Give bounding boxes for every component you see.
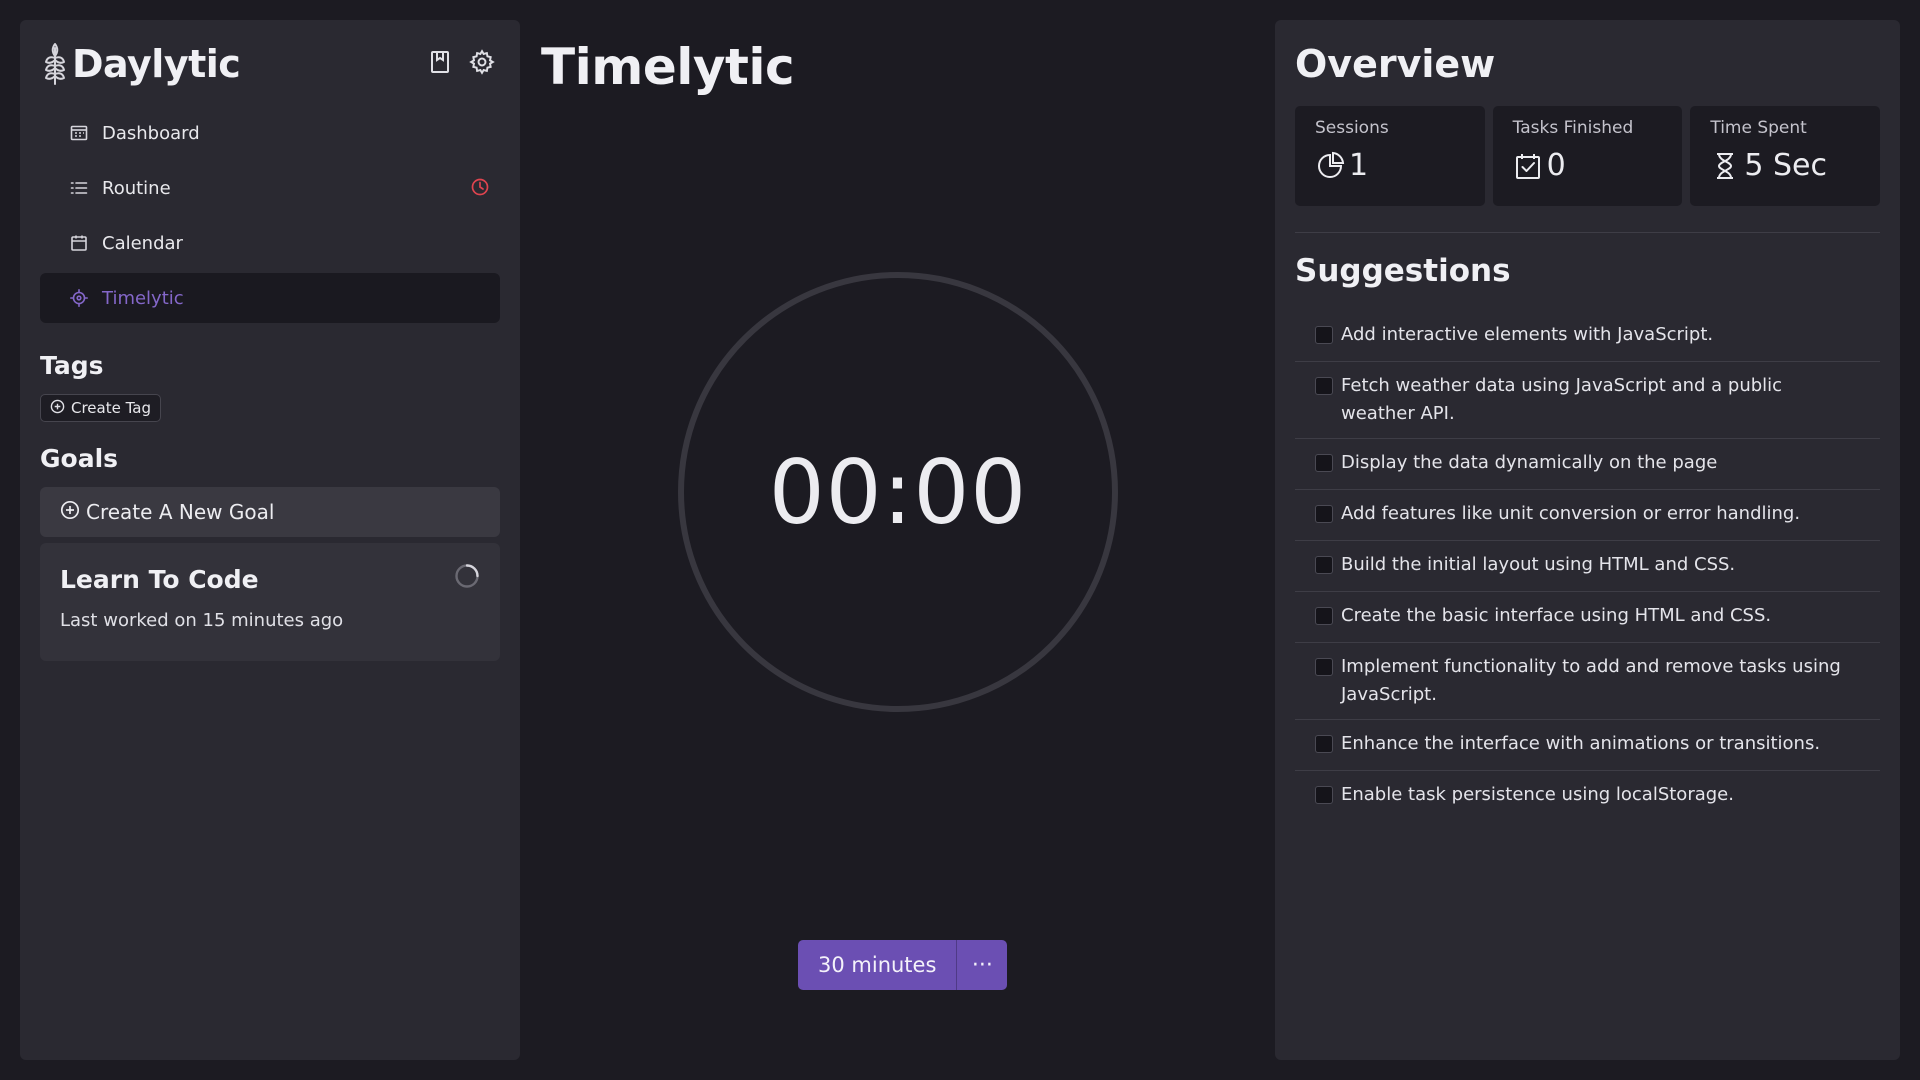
suggestions-list: Add interactive elements with JavaScript…: [1295, 311, 1880, 822]
crosshair-icon: [68, 287, 90, 309]
suggestion-checkbox[interactable]: [1315, 505, 1333, 523]
suggestion-text: Build the initial layout using HTML and …: [1341, 554, 1736, 575]
nav-item-label: Dashboard: [102, 122, 200, 144]
progress-spinner-icon: [454, 563, 480, 589]
list-item: Display the data dynamically on the page: [1295, 439, 1880, 490]
goals-title: Goals: [40, 444, 119, 473]
suggestion-text: Enable task persistence using localStora…: [1341, 784, 1734, 805]
gear-icon[interactable]: [468, 48, 496, 76]
stat-sessions: Sessions 1: [1295, 106, 1485, 206]
ellipsis-icon: ···: [971, 952, 993, 978]
calendar-check-icon: [1513, 151, 1543, 181]
list-item: Enhance the interface with animations or…: [1295, 720, 1880, 771]
nav-item-label: Timelytic: [102, 287, 184, 309]
brand: Daylytic: [40, 40, 500, 88]
timer-display: 00:00: [768, 440, 1028, 544]
suggestion-text: Add interactive elements with JavaScript…: [1341, 324, 1714, 345]
stat-value: 5 Sec: [1744, 148, 1827, 183]
nav-item-timelytic[interactable]: Timelytic: [40, 273, 500, 323]
divider: [1295, 232, 1880, 233]
pie-chart-icon: [1315, 151, 1345, 181]
stat-value-row: 1: [1315, 148, 1465, 183]
stats-row: Sessions 1 Tasks Finished 0 Time Spent 5…: [1295, 106, 1881, 206]
list-item: Implement functionality to add and remov…: [1295, 643, 1880, 720]
dashboard-icon: [68, 122, 90, 144]
stat-time-spent: Time Spent 5 Sec: [1690, 106, 1881, 206]
list-item: Build the initial layout using HTML and …: [1295, 541, 1880, 592]
stat-value-row: 5 Sec: [1710, 148, 1860, 183]
hourglass-icon: [1710, 151, 1740, 181]
suggestion-checkbox[interactable]: [1315, 326, 1333, 344]
stat-value: 1: [1349, 148, 1369, 183]
stat-tasks-finished: Tasks Finished 0: [1492, 106, 1683, 206]
suggestion-text: Implement functionality to add and remov…: [1341, 656, 1841, 705]
bookmark-icon[interactable]: [426, 48, 454, 76]
main-nav: Dashboard Routine Calendar Timelytic: [40, 108, 500, 323]
nav-item-routine[interactable]: Routine: [40, 163, 500, 213]
suggestion-checkbox[interactable]: [1315, 786, 1333, 804]
goal-last-worked: Last worked on 15 minutes ago: [60, 610, 344, 631]
create-tag-label: Create Tag: [71, 399, 152, 417]
suggestion-checkbox[interactable]: [1315, 658, 1333, 676]
suggestion-text: Fetch weather data using JavaScript and …: [1341, 375, 1783, 424]
overview-title: Overview: [1295, 42, 1496, 86]
suggestion-text: Create the basic interface using HTML an…: [1341, 605, 1772, 626]
nav-item-calendar[interactable]: Calendar: [40, 218, 500, 268]
sidebar: Daylytic Dashboard Routine Calendar Time…: [20, 20, 520, 1060]
stat-value-row: 0: [1513, 148, 1663, 183]
plus-circle-icon: [60, 500, 80, 525]
suggestion-checkbox[interactable]: [1315, 735, 1333, 753]
suggestion-checkbox[interactable]: [1315, 556, 1333, 574]
plus-circle-icon: [50, 399, 65, 418]
timer-main: Timelytic 00:00 30 minutes ···: [520, 20, 1275, 1060]
list-item: Fetch weather data using JavaScript and …: [1295, 362, 1880, 439]
suggestion-checkbox[interactable]: [1315, 607, 1333, 625]
brand-name: Daylytic: [72, 42, 241, 86]
wheat-logo-icon: [40, 40, 70, 88]
suggestion-checkbox[interactable]: [1315, 377, 1333, 395]
create-goal-label: Create A New Goal: [86, 500, 275, 524]
goal-card[interactable]: Learn To Code Last worked on 15 minutes …: [40, 543, 500, 661]
suggestion-checkbox[interactable]: [1315, 454, 1333, 472]
suggestion-text: Add features like unit conversion or err…: [1341, 503, 1801, 524]
list-item: Enable task persistence using localStora…: [1295, 771, 1880, 822]
stat-value: 0: [1546, 148, 1566, 183]
list-item: Create the basic interface using HTML an…: [1295, 592, 1880, 643]
stat-label: Sessions: [1315, 118, 1389, 138]
clock-alert-icon: [470, 177, 492, 199]
suggestion-text: Enhance the interface with animations or…: [1341, 733, 1821, 754]
stat-label: Tasks Finished: [1512, 118, 1634, 138]
suggestion-text: Display the data dynamically on the page: [1341, 452, 1718, 473]
list-item: Add interactive elements with JavaScript…: [1295, 311, 1880, 362]
brand-actions: [426, 48, 496, 76]
app-window: Daylytic Dashboard Routine Calendar Time…: [0, 0, 1920, 1080]
nav-item-label: Calendar: [102, 232, 183, 254]
page-title: Timelytic: [541, 38, 795, 96]
duration-button[interactable]: 30 minutes: [798, 940, 958, 990]
list-item: Add features like unit conversion or err…: [1295, 490, 1880, 541]
duration-control: 30 minutes ···: [798, 940, 1008, 990]
stat-label: Time Spent: [1710, 118, 1807, 138]
create-goal-button[interactable]: Create A New Goal: [40, 487, 500, 537]
calendar-icon: [68, 232, 90, 254]
tags-title: Tags: [40, 351, 104, 380]
goal-name: Learn To Code: [60, 565, 259, 594]
create-tag-button[interactable]: Create Tag: [40, 394, 162, 422]
overview-panel: Overview Sessions 1 Tasks Finished 0 Tim…: [1275, 20, 1900, 1060]
suggestions-title: Suggestions: [1295, 253, 1511, 289]
list-icon: [68, 177, 90, 199]
nav-item-dashboard[interactable]: Dashboard: [40, 108, 500, 158]
nav-item-label: Routine: [102, 177, 171, 199]
more-options-button[interactable]: ···: [957, 940, 1008, 990]
